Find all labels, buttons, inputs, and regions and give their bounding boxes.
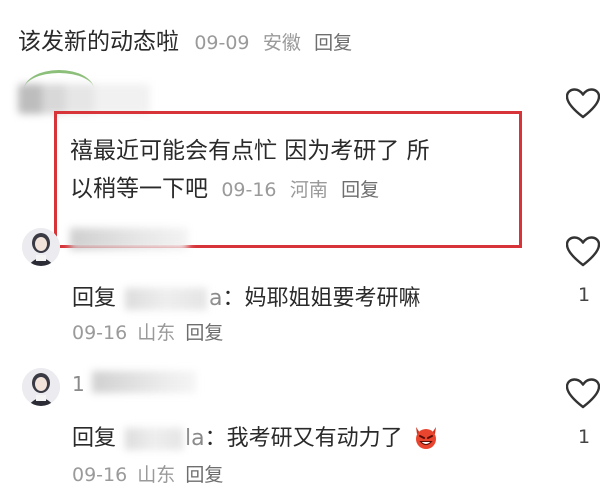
blurred-username bbox=[92, 371, 196, 393]
reply-1-mention[interactable]: a bbox=[209, 286, 222, 311]
reply-1-location: 山东 bbox=[137, 322, 176, 344]
heart-icon[interactable] bbox=[566, 236, 600, 268]
reply-2-date: 09-16 bbox=[72, 464, 128, 486]
comment-2-text-line2: 以稍等一下吧 bbox=[70, 176, 208, 202]
heart-icon[interactable] bbox=[566, 88, 600, 120]
blurred-username bbox=[18, 84, 150, 114]
reply-2: 回复 la：我考研又有动力了 bbox=[72, 420, 440, 452]
reply-2-username-start: 1 bbox=[72, 372, 85, 396]
like-count: 1 bbox=[578, 284, 591, 306]
reply-2-reply-button[interactable]: 回复 bbox=[185, 464, 223, 486]
reply-2-separator: ： bbox=[204, 426, 227, 451]
heart-icon[interactable] bbox=[566, 378, 600, 410]
avatar[interactable] bbox=[22, 228, 60, 266]
reply-2-text: 我考研又有动力了 bbox=[226, 426, 403, 451]
comment-2-text-line2-row: 以稍等一下吧 09-16 河南 回复 bbox=[70, 170, 510, 209]
reply-1-meta: 09-16 山东 回复 bbox=[72, 318, 223, 345]
blurred-username bbox=[70, 228, 188, 250]
reply-1-text: 妈耶姐姐要考研嘛 bbox=[244, 286, 421, 311]
devil-emoji-icon bbox=[415, 427, 436, 449]
comment-2-date: 09-16 bbox=[221, 179, 277, 201]
blurred-mention bbox=[125, 428, 184, 450]
comment-1-reply-button[interactable]: 回复 bbox=[314, 32, 352, 54]
reply-1-reply-button[interactable]: 回复 bbox=[185, 322, 223, 344]
comment-1-date: 09-09 bbox=[194, 32, 250, 54]
comment-2-reply-button[interactable]: 回复 bbox=[341, 179, 379, 201]
avatar-image bbox=[22, 368, 60, 406]
like-count: 1 bbox=[578, 426, 591, 448]
avatar[interactable] bbox=[22, 368, 60, 406]
reply-2-location: 山东 bbox=[137, 464, 176, 486]
comment-2: 禧最近可能会有点忙 因为考研了 所 以稍等一下吧 09-16 河南 回复 bbox=[70, 132, 510, 209]
comment-1: 该发新的动态啦 09-09 安徽 回复 bbox=[18, 22, 352, 56]
reply-2-mention[interactable]: la bbox=[185, 426, 205, 451]
reply-1-prefix: 回复 bbox=[72, 286, 117, 311]
reply-1-separator: ： bbox=[222, 286, 245, 311]
reply-1: 回复 a：妈耶姐姐要考研嘛 bbox=[72, 280, 421, 312]
reply-1-date: 09-16 bbox=[72, 322, 128, 344]
comment-2-location: 河南 bbox=[289, 179, 328, 201]
avatar-image bbox=[22, 228, 60, 266]
blurred-mention bbox=[125, 288, 208, 310]
reply-2-prefix: 回复 bbox=[72, 426, 117, 451]
comment-1-text: 该发新的动态啦 bbox=[18, 29, 179, 55]
reply-2-meta: 09-16 山东 回复 bbox=[72, 460, 223, 487]
comment-1-location: 安徽 bbox=[262, 32, 301, 54]
comment-2-text-line1: 禧最近可能会有点忙 因为考研了 所 bbox=[70, 138, 430, 164]
